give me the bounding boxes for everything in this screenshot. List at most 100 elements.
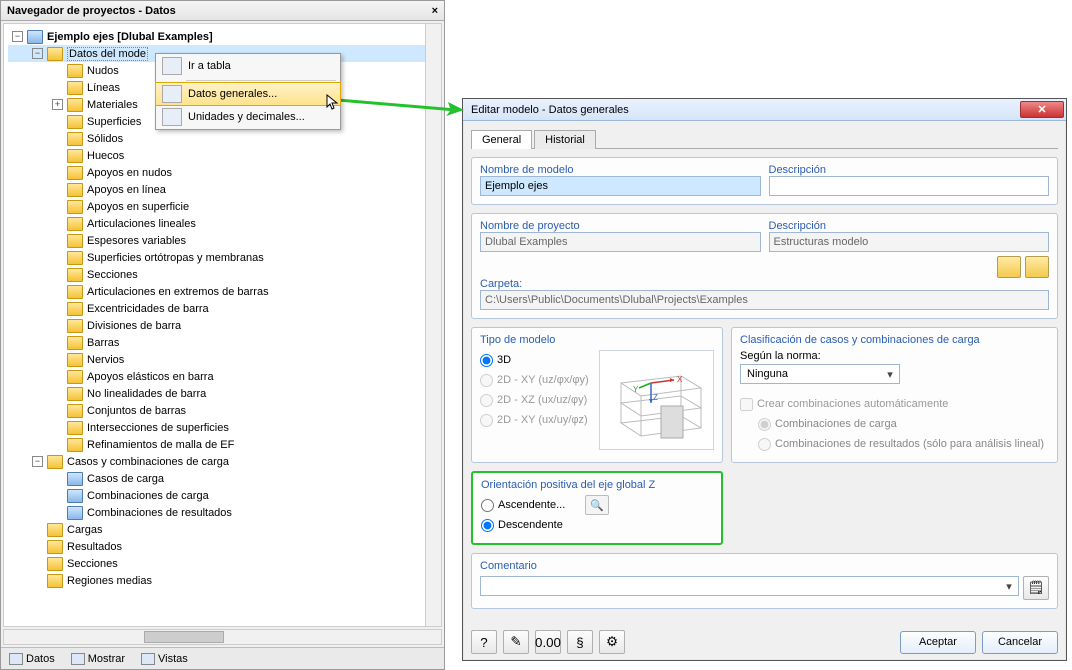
zoom-icon[interactable]: 🔍 [585, 495, 609, 515]
case-icon [67, 472, 83, 486]
tree-item[interactable]: Superficies ortótropas y membranas [8, 249, 437, 266]
dialog-title: Editar modelo - Datos generales [471, 104, 629, 116]
folder-path [480, 290, 1049, 310]
folder-icon [47, 557, 63, 571]
tree-item[interactable]: Sólidos [8, 130, 437, 147]
norm-combo[interactable]: Ninguna▾ [740, 364, 900, 384]
dialog-titlebar[interactable]: Editar modelo - Datos generales ✕ [463, 99, 1066, 121]
tree-item[interactable]: Combinaciones de resultados [8, 504, 437, 521]
tree-item[interactable]: Resultados [8, 538, 437, 555]
chevron-down-icon: ▾ [1002, 580, 1016, 593]
radio-2d-xz[interactable]: 2D - XZ (ux/uᴢ/φy) [480, 390, 589, 410]
folder-icon [47, 523, 63, 537]
description-input[interactable] [769, 176, 1050, 196]
data-icon [162, 85, 182, 103]
tree-item[interactable]: Cargas [8, 521, 437, 538]
expand-icon[interactable]: + [52, 99, 63, 110]
folder-icon [67, 81, 83, 95]
folder-icon [47, 574, 63, 588]
folder-icon [67, 438, 83, 452]
dialog-tabs: General Historial [471, 129, 1058, 149]
radio-2d-xy2[interactable]: 2D - XY (ux/uy/φᴢ) [480, 410, 589, 430]
folder-icon [67, 336, 83, 350]
folder-icon [67, 285, 83, 299]
tab-historial[interactable]: Historial [534, 130, 596, 149]
folder-label: Carpeta: [480, 278, 1049, 290]
auto-combo-check[interactable]: Crear combinaciones automáticamente [740, 394, 1049, 414]
close-icon[interactable]: × [432, 5, 438, 17]
folder-icon [67, 319, 83, 333]
description-label: Descripción [769, 164, 1050, 176]
tree-cases[interactable]: − Casos y combinaciones de carga [8, 453, 437, 470]
tree-item[interactable]: Huecos [8, 147, 437, 164]
tree-item[interactable]: Articulaciones en extremos de barras [8, 283, 437, 300]
svg-text:Z: Z [653, 393, 658, 402]
comment-combo[interactable]: ▾ [480, 576, 1019, 596]
norm-button[interactable]: § [567, 630, 593, 654]
browse-button[interactable] [997, 256, 1021, 278]
tree-item[interactable]: Apoyos elásticos en barra [8, 368, 437, 385]
folder-icon [67, 149, 83, 163]
tree-item[interactable]: Espesores variables [8, 232, 437, 249]
folder-icon [67, 370, 83, 384]
tree-item[interactable]: Conjuntos de barras [8, 402, 437, 419]
radio-2d-xy[interactable]: 2D - XY (uᴢ/φx/φy) [480, 370, 589, 390]
tab-vistas[interactable]: Vistas [137, 651, 192, 667]
case-icon [67, 489, 83, 503]
tree-item[interactable]: Apoyos en nudos [8, 164, 437, 181]
horizontal-scrollbar[interactable] [3, 629, 442, 645]
tree-root[interactable]: − Ejemplo ejes [Dlubal Examples] [8, 28, 437, 45]
comment-pick-button[interactable]: 🗒 [1023, 576, 1049, 600]
combo-load-radio: Combinaciones de carga [758, 414, 1049, 434]
ok-button[interactable]: Aceptar [900, 631, 976, 654]
collapse-icon[interactable]: − [12, 31, 23, 42]
project-name-label: Nombre de proyecto [480, 220, 761, 232]
radio-ascending[interactable]: Ascendente... [481, 495, 565, 515]
tree-item[interactable]: Nervios [8, 351, 437, 368]
help-button[interactable]: ? [471, 630, 497, 654]
tree-item[interactable]: Articulaciones lineales [8, 215, 437, 232]
collapse-icon[interactable]: − [32, 48, 43, 59]
tree-item[interactable]: Apoyos en superficie [8, 198, 437, 215]
vertical-scrollbar[interactable] [425, 24, 441, 627]
tab-general[interactable]: General [471, 130, 532, 149]
dialog-close-button[interactable]: ✕ [1020, 101, 1064, 118]
menu-general-data[interactable]: Datos generales... [155, 82, 341, 106]
model-name-input[interactable] [480, 176, 761, 196]
radio-descending[interactable]: Descendente [481, 515, 713, 535]
project-desc-input [769, 232, 1050, 252]
tree-item[interactable]: Apoyos en línea [8, 181, 437, 198]
edit-button[interactable]: ✎ [503, 630, 529, 654]
navigator-tabs: Datos Mostrar Vistas [1, 647, 444, 669]
tree-item[interactable]: Secciones [8, 555, 437, 572]
tree-item[interactable]: Barras [8, 334, 437, 351]
tree-item[interactable]: Casos de carga [8, 470, 437, 487]
project-settings-button[interactable] [1025, 256, 1049, 278]
comment-label: Comentario [480, 560, 1049, 572]
edit-model-dialog: Editar modelo - Datos generales ✕ Genera… [462, 98, 1067, 661]
project-name-input [480, 232, 761, 252]
cancel-button[interactable]: Cancelar [982, 631, 1058, 654]
tree-item[interactable]: Excentricidades de barra [8, 300, 437, 317]
tree-item[interactable]: Refinamientos de malla de EF [8, 436, 437, 453]
collapse-icon[interactable]: − [32, 456, 43, 467]
data-icon [9, 653, 23, 665]
tree-item[interactable]: Divisiones de barra [8, 317, 437, 334]
folder-icon [67, 200, 83, 214]
tree-item[interactable]: Regiones medias [8, 572, 437, 589]
navigator-titlebar: Navegador de proyectos - Datos × [1, 1, 444, 21]
tree-item[interactable]: Intersecciones de superficies [8, 419, 437, 436]
misc-button[interactable]: ⚙ [599, 630, 625, 654]
tree-item[interactable]: Combinaciones de carga [8, 487, 437, 504]
tab-datos[interactable]: Datos [5, 651, 59, 667]
tree-item[interactable]: No linealidades de barra [8, 385, 437, 402]
tab-mostrar[interactable]: Mostrar [67, 651, 129, 667]
folder-icon [67, 421, 83, 435]
menu-go-table[interactable]: Ir a tabla [156, 54, 340, 78]
tree-item[interactable]: Secciones [8, 266, 437, 283]
units-button[interactable]: 0.00 [535, 630, 561, 654]
cursor-icon [326, 94, 340, 112]
radio-3d[interactable]: 3D [480, 350, 589, 370]
menu-units[interactable]: Unidades y decimales... [156, 105, 340, 129]
show-icon [71, 653, 85, 665]
